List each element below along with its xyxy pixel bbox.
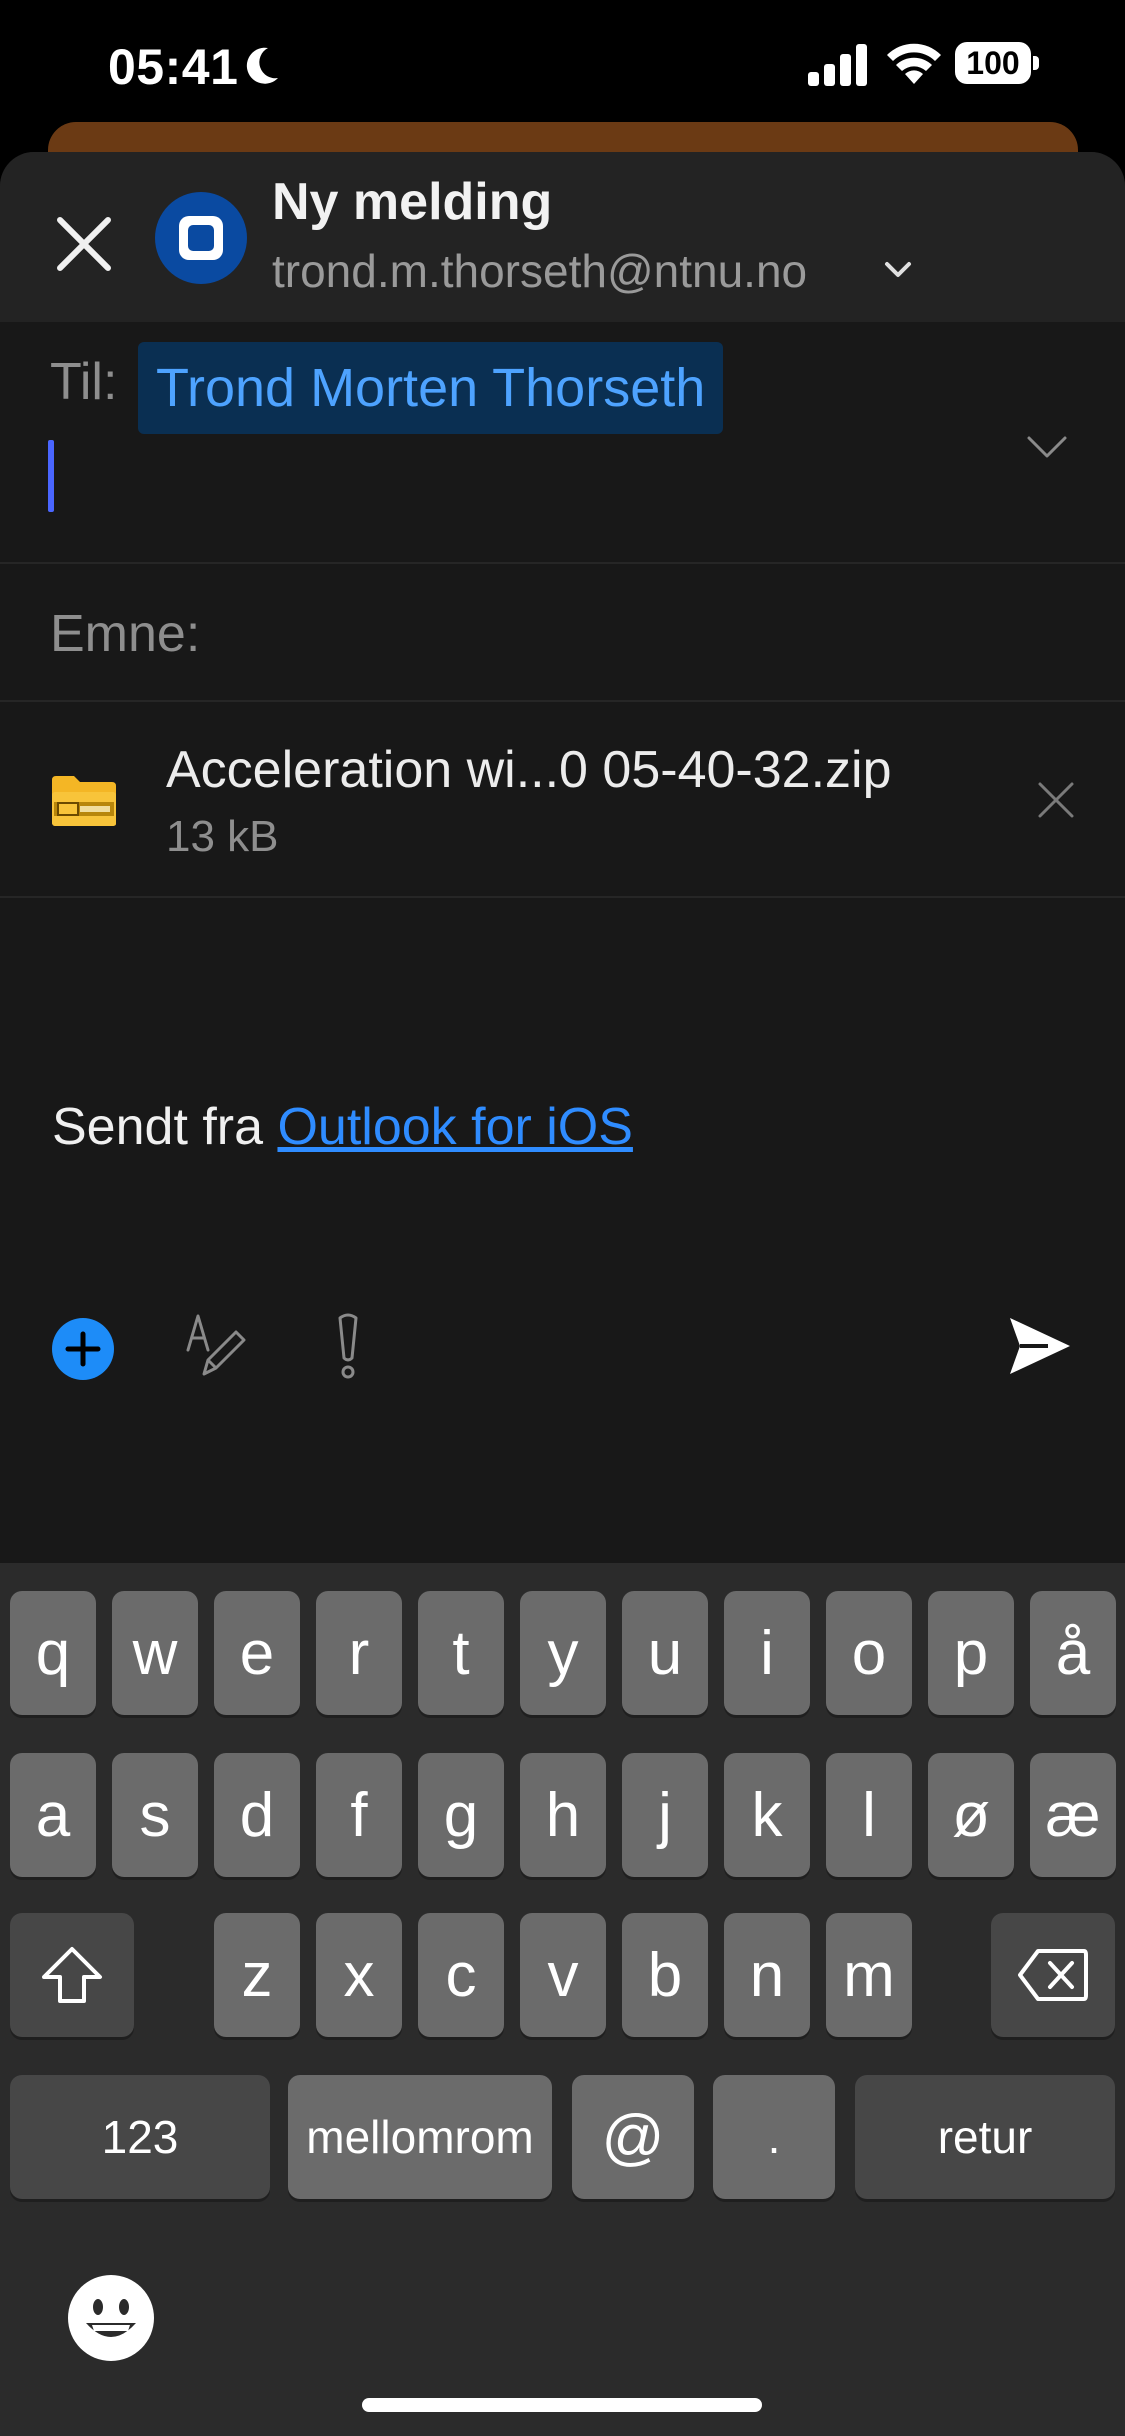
- emoji-icon: [86, 2299, 136, 2337]
- backspace-icon: [1018, 1949, 1088, 2001]
- shift-key[interactable]: [10, 1913, 134, 2037]
- key-ø[interactable]: ø: [928, 1753, 1014, 1877]
- remove-attachment-icon[interactable]: [1036, 780, 1076, 820]
- key-æ[interactable]: æ: [1030, 1753, 1116, 1877]
- attachment-item[interactable]: Acceleration wi...0 05-40-32.zip 13 kB: [0, 702, 1125, 898]
- numbers-key[interactable]: 123: [10, 2075, 270, 2199]
- backspace-key[interactable]: [991, 1913, 1115, 2037]
- cellular-signal-icon: [808, 44, 867, 86]
- focus-moon-icon: [246, 47, 278, 84]
- status-time: 05:41: [108, 39, 239, 95]
- key-t[interactable]: t: [418, 1591, 504, 1715]
- battery-icon: 100: [955, 42, 1043, 86]
- add-attachment-button[interactable]: [52, 1318, 114, 1380]
- key-i[interactable]: i: [724, 1591, 810, 1715]
- key-h[interactable]: h: [520, 1753, 606, 1877]
- key-f[interactable]: f: [316, 1753, 402, 1877]
- signature-link[interactable]: Outlook for iOS: [277, 1098, 632, 1156]
- subject-field[interactable]: Emne:: [0, 564, 1125, 702]
- key-n[interactable]: n: [724, 1913, 810, 2037]
- key-w[interactable]: w: [112, 1591, 198, 1715]
- compose-title: Ny melding: [272, 173, 553, 231]
- from-account[interactable]: trond.m.thorseth@ntnu.no: [272, 244, 807, 298]
- key-o[interactable]: o: [826, 1591, 912, 1715]
- key-q[interactable]: q: [10, 1591, 96, 1715]
- return-key[interactable]: retur: [855, 2075, 1115, 2199]
- close-icon[interactable]: [50, 210, 118, 278]
- attachment-name: Acceleration wi...0 05-40-32.zip: [166, 741, 892, 799]
- key-b[interactable]: b: [622, 1913, 708, 2037]
- key-s[interactable]: s: [112, 1753, 198, 1877]
- recipient-chip[interactable]: Trond Morten Thorseth: [138, 342, 724, 434]
- key-d[interactable]: d: [214, 1753, 300, 1877]
- key-v[interactable]: v: [520, 1913, 606, 2037]
- home-indicator: [362, 2398, 762, 2412]
- send-icon[interactable]: [1008, 1316, 1072, 1376]
- chevron-down-icon[interactable]: [884, 260, 912, 280]
- compose-header: Ny melding trond.m.thorseth@ntnu.no: [0, 152, 1125, 322]
- to-field[interactable]: Til: Trond Morten Thorseth: [0, 322, 1125, 564]
- format-pen-icon[interactable]: [184, 1312, 246, 1380]
- signature-text: Sendt fra: [52, 1098, 278, 1156]
- shift-icon: [42, 1947, 102, 2003]
- key-g[interactable]: g: [418, 1753, 504, 1877]
- keyboard: qwertyuiopå asdfghjkløæ zxcvbnm 123 mell…: [0, 1563, 1125, 2436]
- key-m[interactable]: m: [826, 1913, 912, 2037]
- key-u[interactable]: u: [622, 1591, 708, 1715]
- key-j[interactable]: j: [622, 1753, 708, 1877]
- message-body[interactable]: Sendt fra Outlook for iOS: [52, 1097, 633, 1157]
- key-p[interactable]: p: [928, 1591, 1014, 1715]
- dot-key[interactable]: .: [713, 2075, 835, 2199]
- zip-folder-icon: [52, 776, 116, 826]
- key-å[interactable]: å: [1030, 1591, 1116, 1715]
- chevron-down-icon[interactable]: [1026, 434, 1068, 460]
- key-l[interactable]: l: [826, 1753, 912, 1877]
- text-cursor: [48, 440, 54, 512]
- key-x[interactable]: x: [316, 1913, 402, 2037]
- key-k[interactable]: k: [724, 1753, 810, 1877]
- space-key[interactable]: mellomrom: [288, 2075, 552, 2199]
- key-z[interactable]: z: [214, 1913, 300, 2037]
- key-y[interactable]: y: [520, 1591, 606, 1715]
- emoji-button[interactable]: [68, 2275, 154, 2361]
- plus-icon: [65, 1331, 101, 1367]
- wifi-icon: [887, 43, 941, 84]
- battery-level: 100: [966, 45, 1020, 81]
- to-label: Til:: [50, 353, 118, 411]
- subject-label: Emne:: [50, 605, 201, 663]
- importance-icon[interactable]: [332, 1312, 364, 1382]
- attachment-size: 13 kB: [166, 812, 279, 861]
- at-key[interactable]: @: [572, 2075, 694, 2199]
- key-r[interactable]: r: [316, 1591, 402, 1715]
- key-a[interactable]: a: [10, 1753, 96, 1877]
- account-avatar[interactable]: [155, 192, 247, 284]
- key-c[interactable]: c: [418, 1913, 504, 2037]
- key-e[interactable]: e: [214, 1591, 300, 1715]
